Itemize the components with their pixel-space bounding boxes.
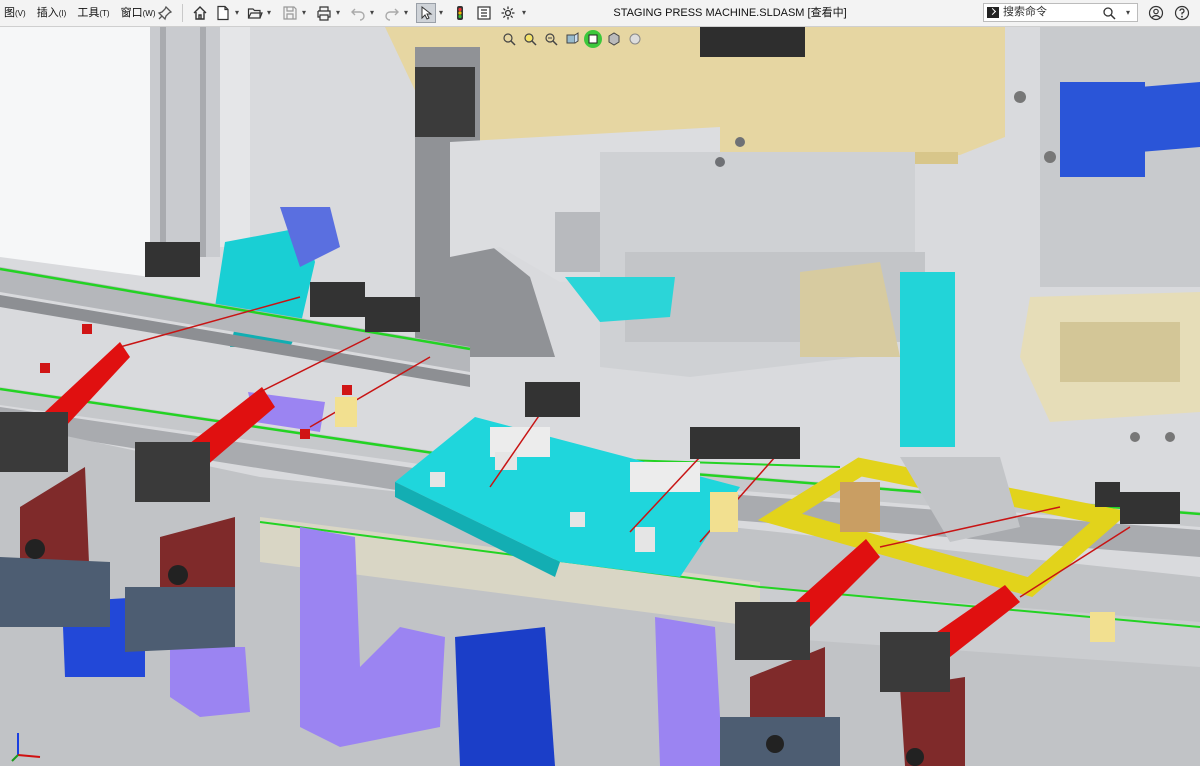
heads-up-view-toolbar (500, 29, 644, 49)
save-icon[interactable] (280, 3, 300, 23)
search-icon[interactable] (1102, 6, 1116, 20)
chevron-down-icon[interactable]: ▾ (334, 3, 342, 23)
coordinate-triad-icon (11, 733, 41, 762)
chevron-down-icon[interactable]: ▾ (300, 3, 308, 23)
zoom-to-fit-icon[interactable] (500, 30, 518, 48)
chevron-down-icon[interactable]: ▾ (520, 3, 528, 23)
file-properties-icon[interactable] (474, 3, 494, 23)
chevron-down-icon[interactable]: ▾ (437, 3, 445, 23)
open-folder-icon[interactable] (245, 3, 265, 23)
undo-icon[interactable] (348, 3, 368, 23)
help-icon[interactable] (1172, 3, 1192, 23)
display-style-icon[interactable] (605, 30, 623, 48)
traffic-light-icon[interactable] (450, 3, 470, 23)
graphics-area[interactable] (0, 27, 1200, 766)
print-icon[interactable] (314, 3, 334, 23)
hide-show-items-icon[interactable] (626, 30, 644, 48)
chevron-down-icon[interactable]: ▾ (402, 3, 410, 23)
sensor-head (145, 242, 200, 277)
redo-icon[interactable] (382, 3, 402, 23)
select-arrow-icon[interactable] (416, 3, 436, 23)
menu-view[interactable]: 图(V) (0, 0, 30, 27)
chevron-down-icon[interactable]: ▾ (265, 3, 273, 23)
section-view-icon[interactable] (563, 30, 581, 48)
zoom-to-area-icon[interactable] (521, 30, 539, 48)
pin-icon[interactable] (155, 3, 175, 23)
command-prompt-icon (987, 7, 999, 18)
menu-insert[interactable]: 插入(I) (33, 0, 71, 27)
previous-view-icon[interactable] (542, 30, 560, 48)
toolbar-separator (182, 4, 183, 22)
search-commands[interactable]: ▾ (983, 3, 1138, 22)
home-icon[interactable] (190, 3, 210, 23)
assembly-model-view (0, 27, 1200, 766)
chevron-down-icon[interactable]: ▾ (1120, 4, 1136, 21)
search-input[interactable] (1003, 5, 1098, 19)
document-title: STAGING PRESS MACHINE.SLDASM [查看中] (613, 7, 847, 19)
title-bar: 图(V) 插入(I) 工具(T) 窗口(W) ▾ ▾ ▾ ▾ ▾ ▾ ▾ ▾ S… (0, 0, 1200, 27)
menu-window[interactable]: 窗口(W) (117, 0, 160, 27)
chevron-down-icon[interactable]: ▾ (233, 3, 241, 23)
new-document-icon[interactable] (213, 3, 233, 23)
view-orientation-icon[interactable] (584, 30, 602, 48)
menu-tools[interactable]: 工具(T) (73, 0, 113, 27)
chevron-down-icon[interactable]: ▾ (368, 3, 376, 23)
blue-box (455, 627, 555, 766)
user-account-icon[interactable] (1146, 3, 1166, 23)
menu-bar: 图(V) 插入(I) 工具(T) 窗口(W) (0, 0, 160, 26)
options-gear-icon[interactable] (498, 3, 518, 23)
